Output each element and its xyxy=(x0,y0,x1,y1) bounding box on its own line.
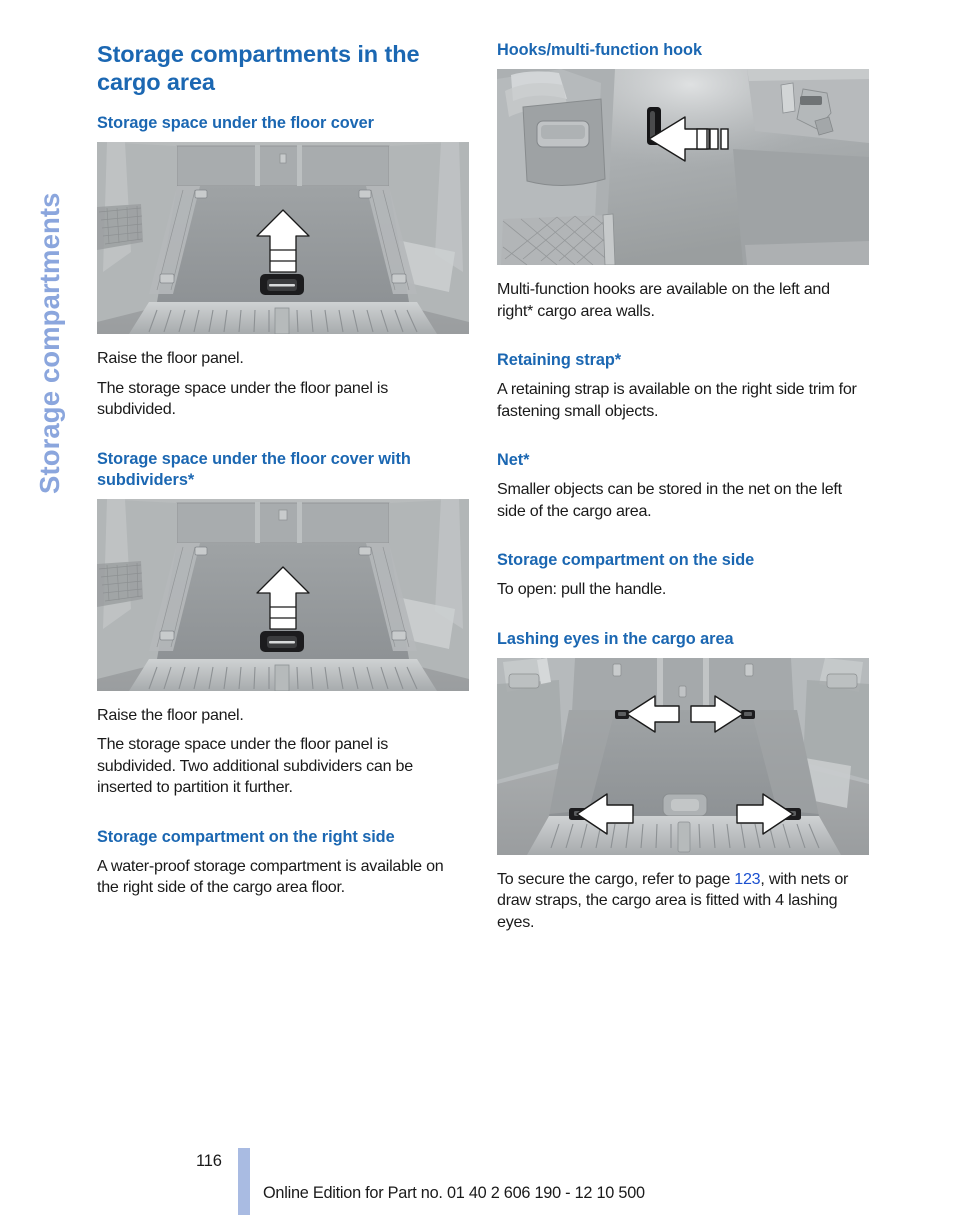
paragraph-retaining-strap: A retaining strap is available on the ri… xyxy=(497,380,857,420)
heading-storage-space-under-floor-cover: Storage space under the floor cover xyxy=(97,114,374,132)
page-reference-link[interactable]: 123 xyxy=(734,870,760,888)
heading-hooks-multifunction-hook: Hooks/multi-function hook xyxy=(497,41,702,59)
footer-accent-bar xyxy=(238,1148,250,1215)
paragraph-raise-floor-panel-2: Raise the floor panel. xyxy=(97,705,244,724)
heading-lashing-eyes: Lashing eyes in the cargo area xyxy=(497,629,734,648)
page-title: Storage compartments in the cargo area xyxy=(97,41,420,95)
figure-cargo-wall-multifunction-hook-arrow-left xyxy=(497,69,869,265)
footer-edition-text: Online Edition for Part no. 01 40 2 606 … xyxy=(263,1184,645,1202)
paragraph-subdivided-2: The storage space under the floor panel … xyxy=(97,735,413,796)
heading-retaining-strap: Retaining strap* xyxy=(497,351,622,369)
heading-storage-compartment-right-side: Storage compartment on the right side xyxy=(97,827,395,846)
figure-cargo-lashing-eyes-four-arrows xyxy=(497,657,869,855)
sidebar-chapter-tab: Storage compartments xyxy=(0,0,88,520)
sidebar-chapter-title: Storage compartments xyxy=(34,192,65,494)
left-column: Storage compartments in the cargo area S… xyxy=(97,40,469,899)
paragraph-to-open-pull-handle: To open: pull the handle. xyxy=(497,580,667,598)
paragraph-secure-cargo: To secure the cargo, refer to page 123, … xyxy=(497,869,869,934)
paragraph-subdivided-1: The storage space under the floor panel … xyxy=(97,378,388,419)
right-column: Hooks/multi-function hook Multi-function… xyxy=(497,40,869,933)
paragraph-water-proof-compartment: A water-proof storage compartment is ava… xyxy=(97,856,444,897)
heading-storage-space-with-subdividers: Storage space under the floor cover with… xyxy=(97,449,411,489)
heading-net: Net* xyxy=(497,451,530,469)
paragraph-secure-cargo-before-link: To secure the cargo, refer to page xyxy=(497,869,735,888)
page-number: 116 xyxy=(196,1152,222,1170)
paragraph-multifunction-hooks: Multi-function hooks are available on th… xyxy=(497,280,830,320)
paragraph-raise-floor-panel-1: Raise the floor panel. xyxy=(97,349,244,367)
heading-storage-compartment-side: Storage compartment on the side xyxy=(497,551,755,569)
paragraph-net: Smaller objects can be stored in the net… xyxy=(497,480,842,520)
figure-cargo-floor-cover-subdividers-arrow-up xyxy=(97,498,469,691)
figure-cargo-floor-cover-arrow-up xyxy=(97,142,469,334)
page-footer: 116 Online Edition for Part no. 01 40 2 … xyxy=(0,1148,954,1215)
